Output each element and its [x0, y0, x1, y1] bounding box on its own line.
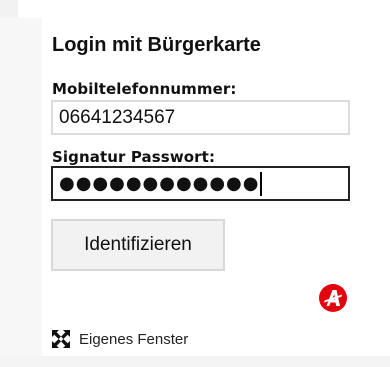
phone-number-value: 06641234567 [59, 106, 176, 128]
identify-button[interactable]: Identifizieren [51, 219, 225, 271]
signature-password-label: Signatur Passwort: [52, 148, 216, 166]
page-margin-left [0, 18, 42, 367]
a-trust-logo-icon [319, 284, 347, 312]
login-frame: Login mit Bürgerkarte Mobiltelefonnummer… [0, 0, 390, 367]
own-window-label: Eigenes Fenster [79, 330, 189, 348]
expand-arrows-icon [52, 330, 70, 348]
phone-number-input[interactable]: 06641234567 [51, 100, 350, 135]
page-corner [0, 0, 18, 18]
login-panel: Login mit Bürgerkarte Mobiltelefonnummer… [42, 18, 358, 356]
login-title: Login mit Bürgerkarte [52, 34, 261, 56]
page-margin-bottom [0, 356, 390, 367]
own-window-link[interactable]: Eigenes Fenster [52, 330, 188, 348]
signature-password-input[interactable]: ●●●●●●●●●●●● [51, 166, 350, 201]
password-masked-value: ●●●●●●●●●●●● [59, 173, 260, 194]
phone-number-label: Mobiltelefonnummer: [52, 80, 237, 98]
text-caret [260, 171, 263, 196]
